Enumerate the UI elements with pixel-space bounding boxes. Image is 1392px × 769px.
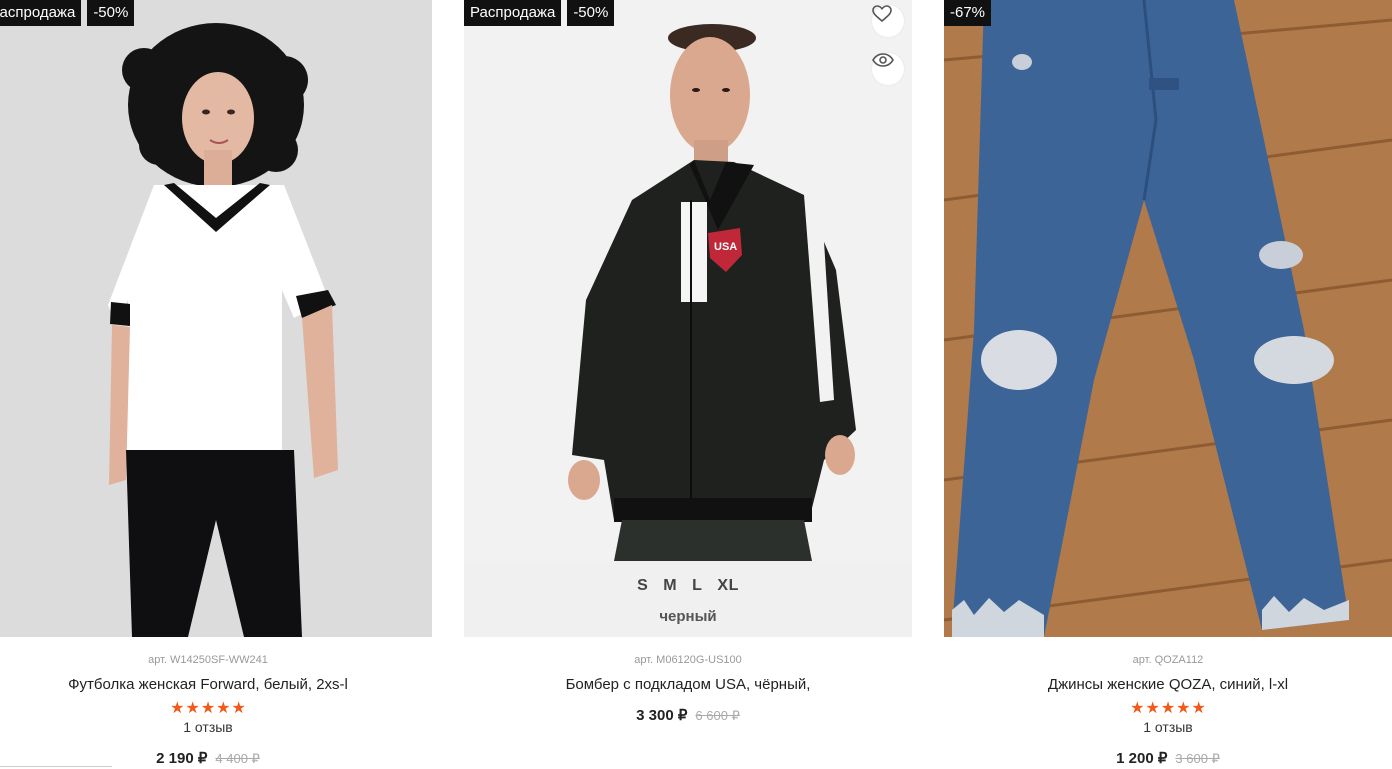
product-name-link[interactable]: Бомбер с подкладом USA, чёрный, <box>464 676 912 696</box>
rating-stars: ★ ★ ★ ★ ★ <box>0 701 432 717</box>
product-image[interactable]: Распродажа -50% <box>0 0 432 637</box>
size-panel: S M L XL черный <box>464 561 912 637</box>
eye-icon <box>872 53 894 67</box>
discount-badge: -67% <box>944 0 992 26</box>
product-info: арт. QOZA112 Джинсы женские QOZA, синий,… <box>944 654 1392 769</box>
badge-group: Распродажа -50% <box>0 0 135 26</box>
product-image[interactable]: USA Распродажа -50% S M L XL черный <box>464 0 912 637</box>
product-info: арт. M06120G-US100 Бомбер с подкладом US… <box>464 654 912 726</box>
price-block: 1 200 ₽ 3 600 ₽ <box>944 749 1392 769</box>
star-icon: ★ <box>1130 700 1145 717</box>
discount-badge: -50% <box>87 0 135 26</box>
product-photo-jeans <box>944 0 1392 637</box>
product-info: арт. W14250SF-WW241 Футболка женская For… <box>0 654 432 769</box>
heart-icon <box>872 5 892 23</box>
product-photo-bomber: USA <box>464 0 912 637</box>
star-icon: ★ <box>170 700 185 717</box>
old-price: 6 600 ₽ <box>695 708 740 723</box>
size-option[interactable]: L <box>692 577 702 595</box>
star-icon: ★ <box>1145 700 1160 717</box>
divider <box>0 766 112 767</box>
product-article: арт. W14250SF-WW241 <box>148 654 268 666</box>
current-price: 3 300 ₽ <box>636 707 688 724</box>
current-price: 2 190 ₽ <box>156 750 208 767</box>
old-price: 3 600 ₽ <box>1175 751 1220 766</box>
sale-badge: Распродажа <box>464 0 562 26</box>
star-icon: ★ <box>231 700 246 717</box>
star-icon: ★ <box>1160 700 1176 717</box>
discount-badge: -50% <box>567 0 615 26</box>
rating-stars: ★ ★ ★ ★ ★ <box>944 701 1392 717</box>
badge-group: Распродажа -50% <box>464 0 615 26</box>
size-option[interactable]: XL <box>717 577 738 595</box>
size-option[interactable]: S <box>637 577 648 595</box>
color-option[interactable]: черный <box>464 608 912 625</box>
size-options: S M L XL <box>464 577 912 595</box>
product-photo-tshirt <box>0 0 432 637</box>
sale-badge: Распродажа <box>0 0 82 26</box>
price-block: 3 300 ₽ 6 600 ₽ <box>464 706 912 726</box>
product-name-link[interactable]: Футболка женская Forward, белый, 2xs-l <box>0 676 432 696</box>
product-card[interactable]: Распродажа -50% арт. W14250SF-WW241 Футб… <box>0 0 432 769</box>
star-icon: ★ <box>185 700 200 717</box>
badge-group: -67% <box>944 0 992 26</box>
quick-view-button[interactable] <box>872 53 904 85</box>
product-article: арт. QOZA112 <box>1132 654 1204 666</box>
svg-text:USA: USA <box>714 241 737 253</box>
star-icon: ★ <box>216 700 231 717</box>
size-option[interactable]: M <box>663 577 677 595</box>
product-card[interactable]: USA Распродажа -50% S M L XL черный арт.… <box>464 0 912 726</box>
product-name-link[interactable]: Джинсы женские QOZA, синий, l-xl <box>944 676 1392 696</box>
star-icon: ★ <box>1176 700 1191 717</box>
reviews-count-link[interactable]: 1 отзыв <box>0 719 432 737</box>
current-price: 1 200 ₽ <box>1116 750 1168 767</box>
product-article: арт. M06120G-US100 <box>634 654 742 666</box>
favorite-button[interactable] <box>872 5 904 37</box>
product-image[interactable]: -67% <box>944 0 1392 637</box>
reviews-count-link[interactable]: 1 отзыв <box>944 719 1392 737</box>
star-icon: ★ <box>200 700 216 717</box>
star-icon: ★ <box>1191 700 1206 717</box>
old-price: 4 400 ₽ <box>215 751 260 766</box>
product-card[interactable]: -67% арт. QOZA112 Джинсы женские QOZA, с… <box>944 0 1392 769</box>
